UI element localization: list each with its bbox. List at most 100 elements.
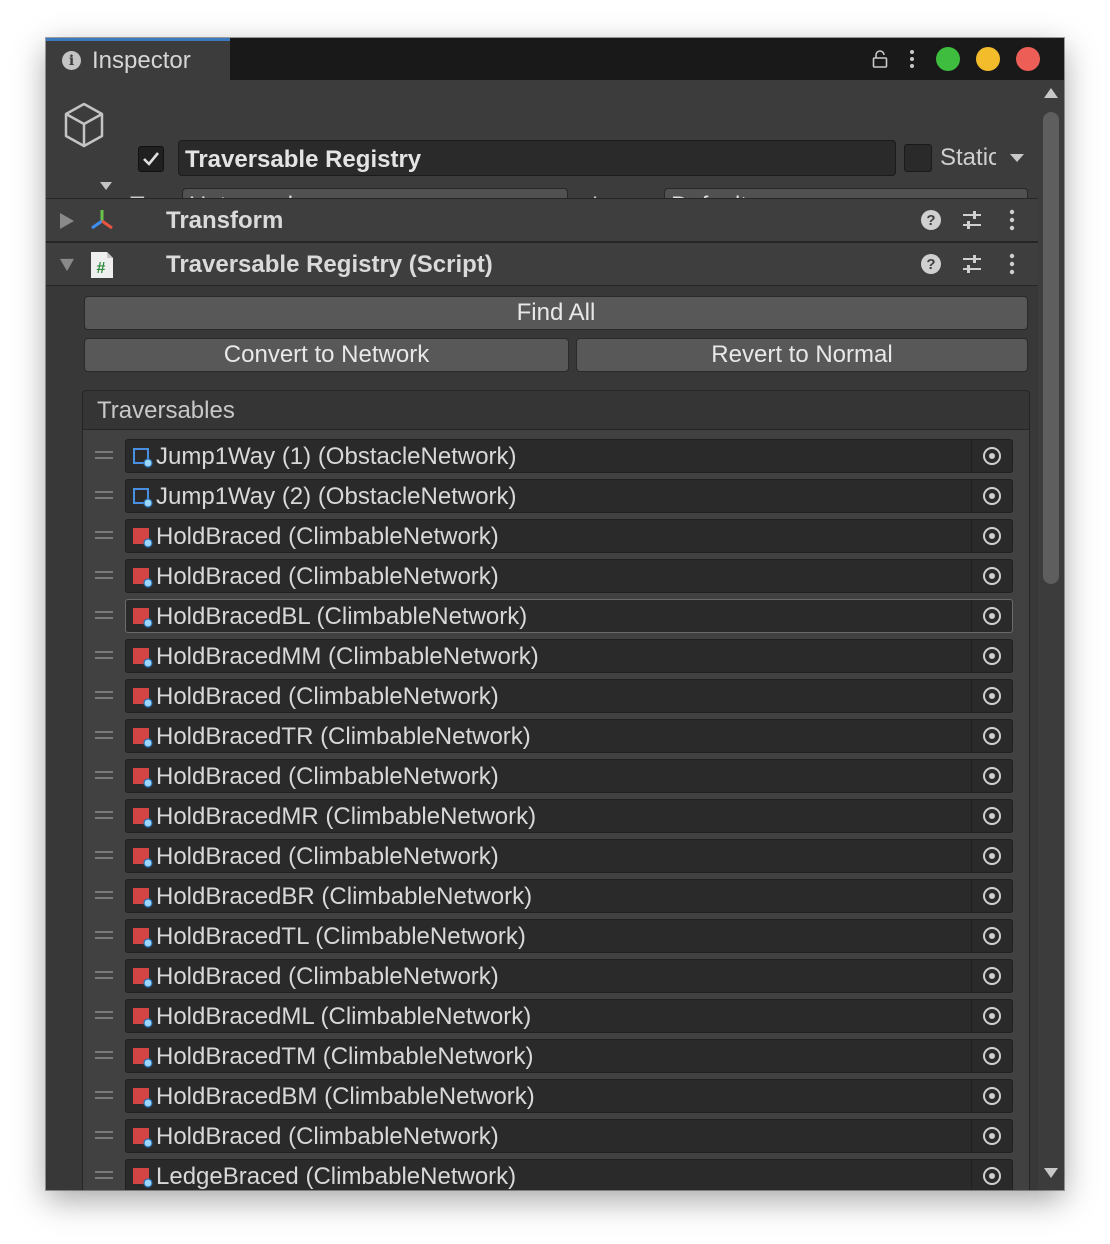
object-field[interactable]: LedgeBraced (ClimbableNetwork) [125,1159,1013,1190]
object-field[interactable]: HoldBracedML (ClimbableNetwork) [125,999,1013,1033]
component-menu-icon[interactable] [1004,208,1020,232]
object-picker-button[interactable] [971,720,1012,752]
object-field[interactable]: Jump1Way (2) (ObstacleNetwork) [125,479,1013,513]
drag-handle-icon[interactable] [95,730,113,740]
object-picker-button[interactable] [971,520,1012,552]
object-picker-button[interactable] [971,1000,1012,1032]
object-picker-button[interactable] [971,640,1012,672]
drag-handle-icon[interactable] [95,1130,113,1140]
object-picker-button[interactable] [971,800,1012,832]
drag-handle-icon[interactable] [95,770,113,780]
vertical-scrollbar[interactable] [1038,80,1064,1190]
object-field[interactable]: HoldBracedBM (ClimbableNetwork) [125,1079,1013,1113]
object-picker-button[interactable] [971,1040,1012,1072]
drag-handle-icon[interactable] [95,1050,113,1060]
drag-handle-icon[interactable] [95,890,113,900]
drag-handle-icon[interactable] [95,930,113,940]
scrollbar-thumb[interactable] [1043,112,1059,584]
zoom-button[interactable] [936,47,960,71]
lock-icon[interactable] [872,50,888,68]
list-item[interactable]: HoldBraced (ClimbableNetwork) [83,556,1029,596]
drag-handle-icon[interactable] [95,810,113,820]
object-picker-button[interactable] [971,600,1012,632]
close-button[interactable] [1016,47,1040,71]
minimize-button[interactable] [976,47,1000,71]
list-item[interactable]: HoldBracedTM (ClimbableNetwork) [83,1036,1029,1076]
revert-to-normal-button[interactable]: Revert to Normal [576,338,1028,372]
script-component-header[interactable]: # Traversable Registry (Script) ? [46,242,1038,286]
find-all-button[interactable]: Find All [84,296,1028,330]
list-item[interactable]: HoldBraced (ClimbableNetwork) [83,836,1029,876]
object-name-field[interactable]: Traversable Registry [178,140,896,176]
object-field[interactable]: HoldBraced (ClimbableNetwork) [125,959,1013,993]
foldout-collapsed-icon[interactable] [60,213,74,229]
drag-handle-icon[interactable] [95,570,113,580]
more-options-icon[interactable] [904,48,920,70]
list-item[interactable]: HoldBracedBL (ClimbableNetwork) [83,596,1029,636]
drag-handle-icon[interactable] [95,490,113,500]
list-item[interactable]: HoldBracedTL (ClimbableNetwork) [83,916,1029,956]
list-item[interactable]: HoldBraced (ClimbableNetwork) [83,956,1029,996]
object-field[interactable]: HoldBracedBR (ClimbableNetwork) [125,879,1013,913]
list-item[interactable]: HoldBracedBR (ClimbableNetwork) [83,876,1029,916]
object-picker-button[interactable] [971,920,1012,952]
list-item[interactable]: HoldBraced (ClimbableNetwork) [83,516,1029,556]
foldout-expanded-icon[interactable] [60,257,74,273]
drag-handle-icon[interactable] [95,850,113,860]
transform-component-header[interactable]: Transform ? [46,198,1038,242]
object-picker-button[interactable] [971,680,1012,712]
drag-handle-icon[interactable] [95,650,113,660]
drag-handle-icon[interactable] [95,450,113,460]
active-checkbox[interactable] [138,146,164,172]
presets-icon[interactable] [960,252,984,276]
object-field[interactable]: HoldBracedTL (ClimbableNetwork) [125,919,1013,953]
object-field[interactable]: HoldBraced (ClimbableNetwork) [125,839,1013,873]
help-icon[interactable]: ? [920,253,942,275]
drag-handle-icon[interactable] [95,1170,113,1180]
drag-handle-icon[interactable] [95,530,113,540]
object-field[interactable]: HoldBraced (ClimbableNetwork) [125,1119,1013,1153]
object-field[interactable]: HoldBracedTR (ClimbableNetwork) [125,719,1013,753]
list-item[interactable]: Jump1Way (1) (ObstacleNetwork) [83,436,1029,476]
help-icon[interactable]: ? [920,209,942,231]
object-field[interactable]: HoldBraced (ClimbableNetwork) [125,519,1013,553]
list-item[interactable]: HoldBracedMR (ClimbableNetwork) [83,796,1029,836]
object-picker-button[interactable] [971,960,1012,992]
convert-to-network-button[interactable]: Convert to Network [84,338,569,372]
scroll-up-icon[interactable] [1044,88,1058,98]
component-menu-icon[interactable] [1004,252,1020,276]
gameobject-cube-icon[interactable] [58,98,110,154]
object-picker-button[interactable] [971,1120,1012,1152]
object-field[interactable]: HoldBraced (ClimbableNetwork) [125,759,1013,793]
object-picker-button[interactable] [971,440,1012,472]
list-item[interactable]: HoldBracedMM (ClimbableNetwork) [83,636,1029,676]
drag-handle-icon[interactable] [95,970,113,980]
object-field[interactable]: HoldBracedBL (ClimbableNetwork) [125,599,1013,633]
object-field[interactable]: HoldBraced (ClimbableNetwork) [125,679,1013,713]
object-picker-button[interactable] [971,840,1012,872]
list-item[interactable]: HoldBraced (ClimbableNetwork) [83,1116,1029,1156]
object-field[interactable]: Jump1Way (1) (ObstacleNetwork) [125,439,1013,473]
list-item[interactable]: LedgeBraced (ClimbableNetwork) [83,1156,1029,1190]
drag-handle-icon[interactable] [95,610,113,620]
object-field[interactable]: HoldBracedTM (ClimbableNetwork) [125,1039,1013,1073]
list-item[interactable]: HoldBracedBM (ClimbableNetwork) [83,1076,1029,1116]
object-picker-button[interactable] [971,880,1012,912]
list-item[interactable]: HoldBraced (ClimbableNetwork) [83,756,1029,796]
tab-inspector[interactable]: i Inspector [46,38,230,80]
object-field[interactable]: HoldBracedMM (ClimbableNetwork) [125,639,1013,673]
drag-handle-icon[interactable] [95,690,113,700]
drag-handle-icon[interactable] [95,1010,113,1020]
drag-handle-icon[interactable] [95,1090,113,1100]
object-field[interactable]: HoldBracedMR (ClimbableNetwork) [125,799,1013,833]
object-picker-button[interactable] [971,1160,1012,1190]
list-item[interactable]: Jump1Way (2) (ObstacleNetwork) [83,476,1029,516]
scroll-down-icon[interactable] [1044,1168,1058,1178]
static-dropdown-arrow-icon[interactable] [1010,154,1024,162]
object-picker-button[interactable] [971,1080,1012,1112]
list-item[interactable]: HoldBracedML (ClimbableNetwork) [83,996,1029,1036]
icon-dropdown-arrow-icon[interactable] [100,182,112,190]
object-field[interactable]: HoldBraced (ClimbableNetwork) [125,559,1013,593]
object-picker-button[interactable] [971,560,1012,592]
presets-icon[interactable] [960,208,984,232]
